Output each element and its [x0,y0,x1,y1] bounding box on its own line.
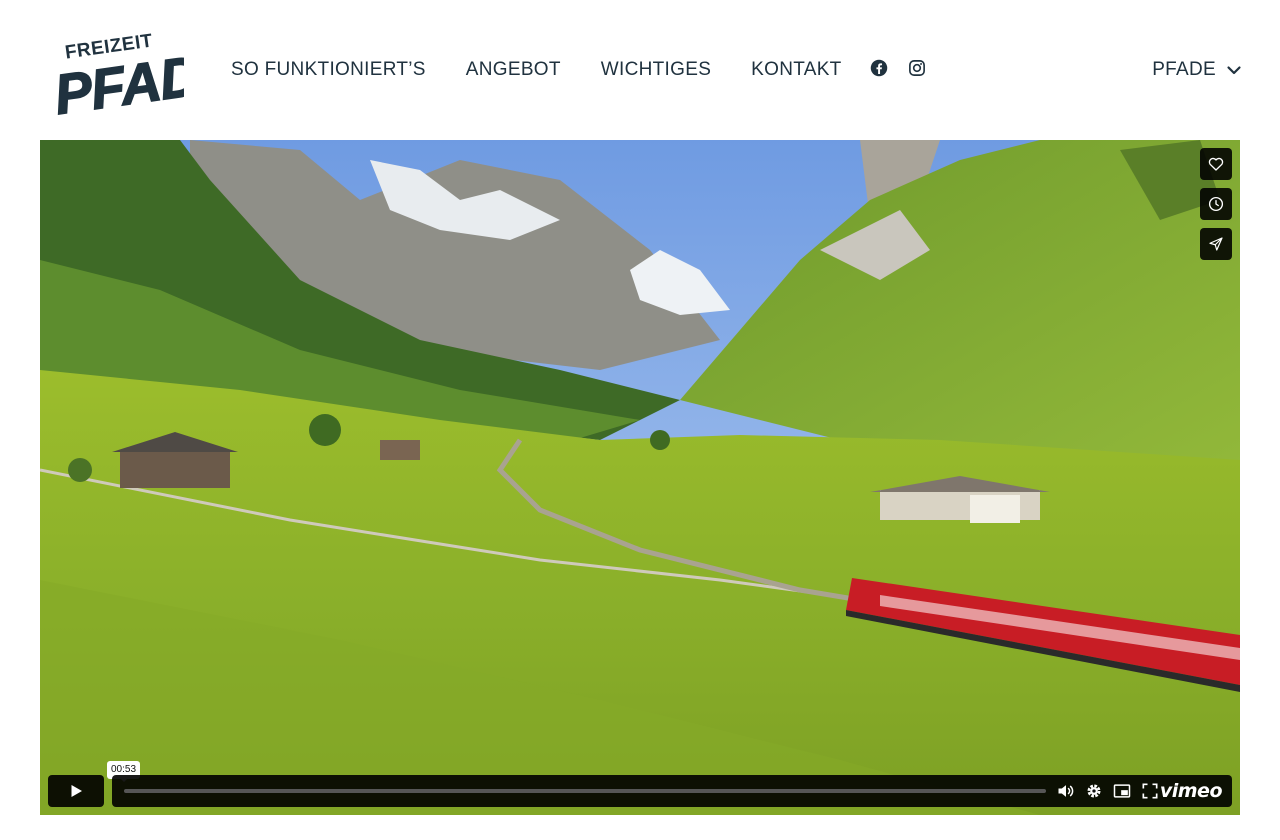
freizeit-pfad-logo[interactable]: FREIZEIT PFAD [44,22,184,118]
play-icon [71,785,82,797]
video-player[interactable]: 00:53 vimeo [40,140,1240,815]
instagram-icon[interactable] [908,59,926,77]
facebook-icon[interactable] [870,59,888,77]
fullscreen-icon[interactable] [1140,781,1160,801]
picture-in-picture-icon[interactable] [1112,781,1132,801]
watch-later-button[interactable] [1200,188,1232,220]
nav-angebot[interactable]: ANGEBOT [466,58,561,82]
main-nav: SO FUNKTIONIERT’S ANGEBOT WICHTIGES KONT… [231,58,842,82]
volume-icon[interactable] [1056,781,1076,801]
like-button[interactable] [1200,148,1232,180]
pfade-menu-label: PFADE [1152,59,1216,80]
progress-bar[interactable] [124,789,1046,793]
site-header: FREIZEIT PFAD SO FUNKTIONIERT’S ANGEBOT … [0,0,1280,140]
settings-icon[interactable] [1084,781,1104,801]
nav-wichtiges[interactable]: WICHTIGES [601,58,711,82]
social-links [870,59,926,77]
play-button[interactable] [48,775,104,807]
chevron-down-icon [1226,62,1242,78]
pfade-menu[interactable]: PFADE [1152,58,1242,82]
heart-icon [1208,157,1224,171]
nav-so-funktionierts[interactable]: SO FUNKTIONIERT’S [231,58,426,82]
control-bar: vimeo [112,775,1232,807]
control-icons [1056,781,1160,801]
share-button[interactable] [1200,228,1232,260]
clock-icon [1208,196,1224,212]
send-icon [1209,237,1223,251]
nav-kontakt[interactable]: KONTAKT [751,58,841,82]
video-frame-alpine-valley[interactable] [40,140,1240,815]
video-side-actions [1200,148,1232,260]
vimeo-logo[interactable]: vimeo [1160,779,1223,803]
video-controls: vimeo [48,775,1232,807]
